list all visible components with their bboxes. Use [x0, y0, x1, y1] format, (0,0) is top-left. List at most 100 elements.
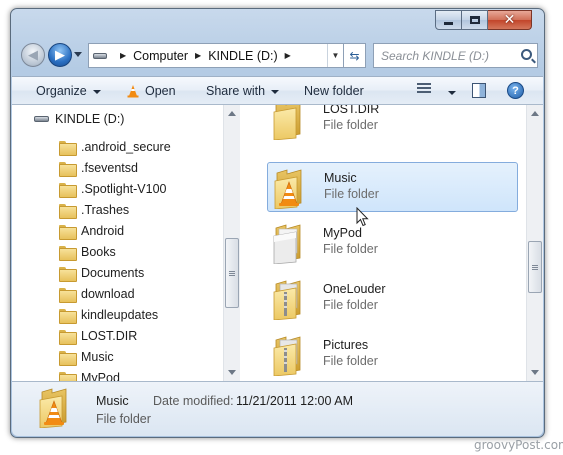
- nav-item-lost-dir[interactable]: LOST.DIR: [59, 327, 137, 345]
- nav-item-books[interactable]: Books: [59, 243, 116, 261]
- zip-folder-icon: [273, 336, 301, 376]
- new-folder-label: New folder: [304, 84, 364, 98]
- view-options-dropdown-icon[interactable]: [448, 91, 456, 95]
- maximize-icon: [469, 16, 480, 24]
- breadcrumb-kindle-drive[interactable]: KINDLE (D:): [208, 49, 277, 63]
- drive-icon: [34, 116, 49, 122]
- scroll-down-icon[interactable]: [531, 370, 539, 375]
- file-item-mypod[interactable]: MyPod File folder: [267, 218, 518, 268]
- nav-item-mypod[interactable]: MyPod: [59, 369, 120, 381]
- breadcrumb-separator-icon[interactable]: ▶: [195, 51, 201, 60]
- chevron-down-icon: ▼: [331, 51, 340, 60]
- folder-icon: [273, 105, 301, 140]
- zip-folder-icon: [273, 280, 301, 320]
- nav-item-label: download: [81, 287, 135, 301]
- scrollbar-thumb[interactable]: [225, 238, 239, 308]
- address-history-dropdown[interactable]: ▼: [327, 44, 343, 67]
- file-type: File folder: [323, 298, 378, 312]
- file-type: File folder: [323, 354, 378, 368]
- file-name: Pictures: [323, 338, 369, 352]
- watermark-text: groovyPost.com: [474, 438, 563, 452]
- maximize-button[interactable]: [462, 10, 488, 30]
- file-list: LOST.DIR File folder Music File folder M…: [257, 105, 526, 381]
- breadcrumb-computer[interactable]: Computer: [133, 49, 188, 63]
- vlc-folder-icon: [39, 388, 67, 428]
- minimize-icon: [444, 22, 453, 25]
- file-list-scrollbar[interactable]: [526, 105, 543, 381]
- nav-item-label: .Spotlight-V100: [81, 182, 167, 196]
- chevron-down-icon: [271, 89, 280, 94]
- new-folder-button[interactable]: New folder: [304, 84, 364, 98]
- nav-item-label: Music: [81, 350, 114, 364]
- back-arrow-icon: ◀: [28, 47, 38, 62]
- file-name: OneLouder: [323, 282, 386, 296]
- open-button[interactable]: Open: [126, 84, 176, 98]
- nav-item-spotlight[interactable]: .Spotlight-V100: [59, 180, 166, 198]
- navigation-pane: KINDLE (D:) .android_secure .fseventsd .…: [12, 105, 239, 381]
- open-label: Open: [145, 84, 176, 98]
- command-bar: Organize Open Share with New folder ?: [12, 76, 543, 105]
- scroll-down-icon[interactable]: [228, 370, 236, 375]
- vlc-folder-icon: [274, 169, 302, 209]
- preview-pane-icon[interactable]: [472, 83, 486, 98]
- scroll-up-icon[interactable]: [531, 111, 539, 116]
- organize-label: Organize: [36, 84, 87, 98]
- file-name: LOST.DIR: [323, 105, 380, 116]
- details-date-value: 11/21/2011 12:00 AM: [236, 394, 353, 408]
- nav-item-android-secure[interactable]: .android_secure: [59, 138, 171, 156]
- scroll-up-icon[interactable]: [228, 111, 236, 116]
- details-date-label: Date modified:: [153, 394, 234, 408]
- back-button[interactable]: ◀: [21, 43, 45, 67]
- chevron-down-icon: [92, 89, 101, 94]
- help-icon[interactable]: ?: [507, 82, 524, 99]
- drive-icon: [93, 52, 107, 59]
- close-button[interactable]: ✕: [488, 10, 532, 30]
- minimize-button[interactable]: [435, 10, 462, 30]
- folder-icon: [59, 350, 77, 366]
- folder-icon: [59, 203, 77, 219]
- folder-icon: [59, 371, 77, 381]
- nav-item-fseventsd[interactable]: .fseventsd: [59, 159, 138, 177]
- nav-item-documents[interactable]: Documents: [59, 264, 144, 282]
- folder-icon: [59, 161, 77, 177]
- document-folder-icon: [273, 224, 301, 264]
- share-with-button[interactable]: Share with: [206, 84, 280, 98]
- breadcrumb-separator-icon[interactable]: ▶: [285, 51, 291, 60]
- breadcrumb-separator-icon[interactable]: ▶: [120, 51, 126, 60]
- refresh-icon: ⇆: [349, 48, 360, 63]
- change-view-icon[interactable]: [417, 83, 431, 97]
- navigation-pane-scrollbar[interactable]: [223, 105, 240, 381]
- file-item-music[interactable]: Music File folder: [267, 162, 518, 212]
- nav-item-android[interactable]: Android: [59, 222, 124, 240]
- search-input[interactable]: Search KINDLE (D:): [381, 49, 489, 63]
- nav-item-kindleupdates[interactable]: kindleupdates: [59, 306, 158, 324]
- mouse-pointer-icon: [356, 207, 369, 227]
- file-item-pictures[interactable]: Pictures File folder: [267, 330, 518, 380]
- file-item-onelouder[interactable]: OneLouder File folder: [267, 274, 518, 324]
- nav-item-kindle-drive[interactable]: KINDLE (D:): [34, 110, 124, 128]
- file-type: File folder: [324, 187, 379, 201]
- nav-item-trashes[interactable]: .Trashes: [59, 201, 129, 219]
- refresh-button[interactable]: ⇆: [344, 43, 366, 68]
- recent-pages-dropdown-icon[interactable]: [74, 52, 82, 57]
- nav-item-music[interactable]: Music: [59, 348, 114, 366]
- details-type: File folder: [96, 412, 151, 426]
- nav-item-label: MyPod: [81, 371, 120, 381]
- nav-item-label: KINDLE (D:): [55, 112, 125, 126]
- nav-item-label: .android_secure: [81, 140, 171, 154]
- caption-buttons: ✕: [435, 10, 532, 30]
- nav-item-label: Documents: [81, 266, 145, 280]
- organize-button[interactable]: Organize: [36, 84, 101, 98]
- file-type: File folder: [323, 242, 378, 256]
- details-pane: Music File folder Date modified: 11/21/2…: [12, 381, 543, 436]
- nav-item-label: kindleupdates: [81, 308, 159, 322]
- nav-item-label: .fseventsd: [81, 161, 138, 175]
- folder-icon: [59, 224, 77, 240]
- search-box[interactable]: Search KINDLE (D:): [373, 43, 538, 68]
- nav-item-download[interactable]: download: [59, 285, 135, 303]
- forward-button[interactable]: ▶: [48, 43, 72, 67]
- file-name: MyPod: [323, 226, 362, 240]
- address-bar[interactable]: ▶ Computer ▶ KINDLE (D:) ▶ ▼: [88, 43, 344, 68]
- file-item-lost-dir[interactable]: LOST.DIR File folder: [267, 105, 518, 144]
- scrollbar-thumb[interactable]: [528, 241, 542, 293]
